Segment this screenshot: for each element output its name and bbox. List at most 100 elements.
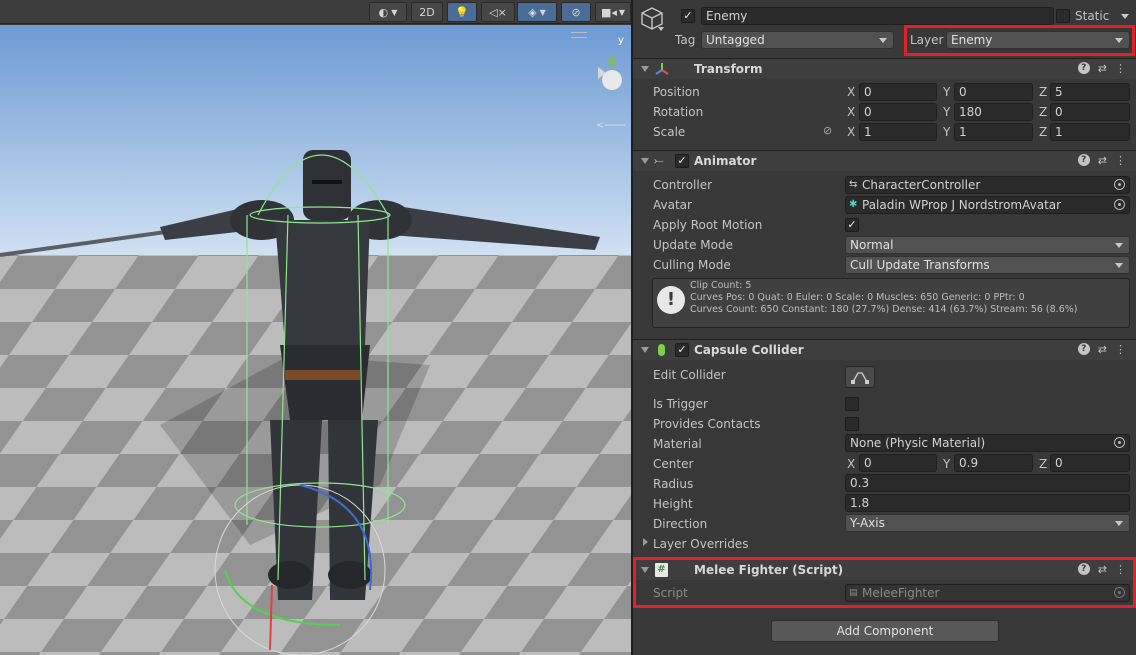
animator-enabled-checkbox[interactable]: ✓ xyxy=(675,154,689,168)
kebab-menu-icon[interactable]: ⋮ xyxy=(1115,154,1126,167)
tag-dropdown[interactable]: Untagged xyxy=(701,31,894,49)
audio-toggle-button[interactable]: ◁× xyxy=(481,2,515,22)
help-icon[interactable]: ? xyxy=(1077,62,1090,74)
layer-overrides-foldout[interactable]: Layer Overrides xyxy=(653,537,748,551)
update-mode-dropdown[interactable]: Normal xyxy=(845,236,1130,254)
icon-dropdown-arrow[interactable] xyxy=(658,27,664,31)
info-curves-count: Curves Count: 650 Constant: 180 (27.7%) … xyxy=(690,304,1078,315)
gameobject-name-field[interactable]: Enemy xyxy=(701,7,1054,25)
rotation-x-field[interactable]: 0 xyxy=(859,103,937,121)
script-field: ▤ MeleeFighter xyxy=(845,584,1130,602)
svg-text:<: < xyxy=(596,120,604,131)
is-trigger-checkbox[interactable] xyxy=(845,397,859,411)
foldout-arrow-icon[interactable] xyxy=(641,567,649,573)
scale-y-field[interactable]: 1 xyxy=(954,123,1033,141)
inspector-panel: ✓ Enemy Static Tag Untagged Layer Enemy … xyxy=(631,0,1136,655)
edit-collider-icon xyxy=(851,372,869,384)
edit-collider-button[interactable] xyxy=(845,366,875,388)
culling-mode-dropdown[interactable]: Cull Update Transforms xyxy=(845,256,1130,274)
animator-info-box: ! Clip Count: 5 Curves Pos: 0 Quat: 0 Eu… xyxy=(652,278,1130,328)
transform-header[interactable]: Transform ? ⇄ ⋮ xyxy=(633,58,1136,79)
scene-visibility-button[interactable]: ⊘ xyxy=(561,2,591,22)
2d-toggle-button[interactable]: 2D xyxy=(411,2,443,22)
center-y-field[interactable]: 0.9 xyxy=(954,454,1033,472)
scale-z-field[interactable]: 1 xyxy=(1050,123,1130,141)
height-label: Height xyxy=(653,497,693,511)
direction-value: Y-Axis xyxy=(850,516,885,530)
controller-field[interactable]: ⇆ CharacterController xyxy=(845,176,1130,194)
layers-icon: ◈ xyxy=(528,5,537,19)
object-picker-icon[interactable] xyxy=(1114,179,1125,190)
help-icon[interactable]: ? xyxy=(1077,154,1090,166)
lighting-toggle-button[interactable]: 💡 xyxy=(447,2,477,22)
position-z-field[interactable]: 5 xyxy=(1050,83,1130,101)
script-label: Script xyxy=(653,586,688,600)
kebab-menu-icon[interactable]: ⋮ xyxy=(1115,563,1126,576)
rotation-z-axis: Z xyxy=(1039,105,1048,119)
center-z-field[interactable]: 0 xyxy=(1050,454,1130,472)
rotation-z-field[interactable]: 0 xyxy=(1050,103,1130,121)
scene-viewport[interactable]: y < xyxy=(0,25,631,655)
shading-mode-button[interactable]: ◐ ▼ xyxy=(369,2,407,22)
rotation-x-axis: X xyxy=(847,105,856,119)
scene-panel-menu-icon[interactable] xyxy=(571,32,587,38)
foldout-collapsed-icon[interactable] xyxy=(643,538,648,546)
update-mode-value: Normal xyxy=(850,238,894,252)
chevron-down-icon xyxy=(879,38,887,43)
gizmo-y-label: y xyxy=(618,35,624,46)
foldout-arrow-icon[interactable] xyxy=(641,66,649,72)
scene-view-panel[interactable]: ◐ ▼ 2D 💡 ◁× ◈ ▼ ⊘ ■◂ ▼ y < xyxy=(0,0,631,655)
transform-title: Transform xyxy=(694,62,763,76)
layer-label: Layer xyxy=(910,33,944,47)
capsule-collider-title: Capsule Collider xyxy=(694,343,804,357)
object-picker-icon[interactable] xyxy=(1114,199,1125,210)
animator-controller-icon: ⇆ xyxy=(849,179,858,190)
material-field[interactable]: None (Physic Material) xyxy=(845,434,1130,452)
avatar-value: Paladin WProp J NordstromAvatar xyxy=(862,198,1062,212)
presets-icon[interactable]: ⇄ xyxy=(1098,343,1107,356)
kebab-menu-icon[interactable]: ⋮ xyxy=(1115,62,1126,75)
camera-settings-button[interactable]: ■◂ ▼ xyxy=(595,2,631,22)
scale-x-field[interactable]: 1 xyxy=(859,123,937,141)
avatar-field[interactable]: ✱ Paladin WProp J NordstromAvatar xyxy=(845,196,1130,214)
script-value: MeleeFighter xyxy=(862,586,940,600)
presets-icon[interactable]: ⇄ xyxy=(1098,62,1107,75)
help-icon[interactable]: ? xyxy=(1077,563,1090,575)
effects-toggle-button[interactable]: ◈ ▼ xyxy=(517,2,557,22)
add-component-button[interactable]: Add Component xyxy=(771,620,999,642)
rotation-y-field[interactable]: 180 xyxy=(954,103,1033,121)
presets-icon[interactable]: ⇄ xyxy=(1098,154,1107,167)
center-x-field[interactable]: 0 xyxy=(859,454,937,472)
gameobject-active-checkbox[interactable]: ✓ xyxy=(681,9,695,23)
apply-root-motion-checkbox[interactable]: ✓ xyxy=(845,218,859,232)
scene-toolbar: ◐ ▼ 2D 💡 ◁× ◈ ▼ ⊘ ■◂ ▼ xyxy=(0,0,631,24)
capsule-collider-enabled-checkbox[interactable]: ✓ xyxy=(675,343,689,357)
position-y-field[interactable]: 0 xyxy=(954,83,1033,101)
position-x-field[interactable]: 0 xyxy=(859,83,937,101)
presets-icon[interactable]: ⇄ xyxy=(1098,563,1107,576)
tag-label: Tag xyxy=(675,33,696,47)
object-picker-icon[interactable] xyxy=(1114,437,1125,448)
link-scale-icon[interactable]: ⊘ xyxy=(823,124,832,137)
foldout-arrow-icon[interactable] xyxy=(641,158,649,164)
radius-field[interactable]: 0.3 xyxy=(845,474,1130,492)
center-z-axis: Z xyxy=(1039,457,1048,471)
layer-dropdown[interactable]: Enemy xyxy=(946,31,1130,49)
provides-contacts-checkbox[interactable] xyxy=(845,417,859,431)
position-x-axis: X xyxy=(847,85,856,99)
static-label: Static xyxy=(1075,9,1110,23)
center-x-axis: X xyxy=(847,457,856,471)
foldout-arrow-icon[interactable] xyxy=(641,347,649,353)
animator-icon: ⤚ xyxy=(654,153,664,167)
direction-dropdown[interactable]: Y-Axis xyxy=(845,514,1130,532)
kebab-menu-icon[interactable]: ⋮ xyxy=(1115,343,1126,356)
melee-fighter-header[interactable]: # Melee Fighter (Script) ? ⇄ ⋮ xyxy=(633,559,1136,580)
lightbulb-icon: 💡 xyxy=(455,5,469,19)
static-dropdown-arrow[interactable] xyxy=(1121,14,1129,19)
animator-header[interactable]: ⤚ ✓ Animator ? ⇄ ⋮ xyxy=(633,150,1136,171)
height-field[interactable]: 1.8 xyxy=(845,494,1130,512)
static-checkbox[interactable] xyxy=(1056,9,1070,23)
center-label: Center xyxy=(653,457,694,471)
help-icon[interactable]: ? xyxy=(1077,343,1090,355)
capsule-collider-header[interactable]: ✓ Capsule Collider ? ⇄ ⋮ xyxy=(633,339,1136,360)
